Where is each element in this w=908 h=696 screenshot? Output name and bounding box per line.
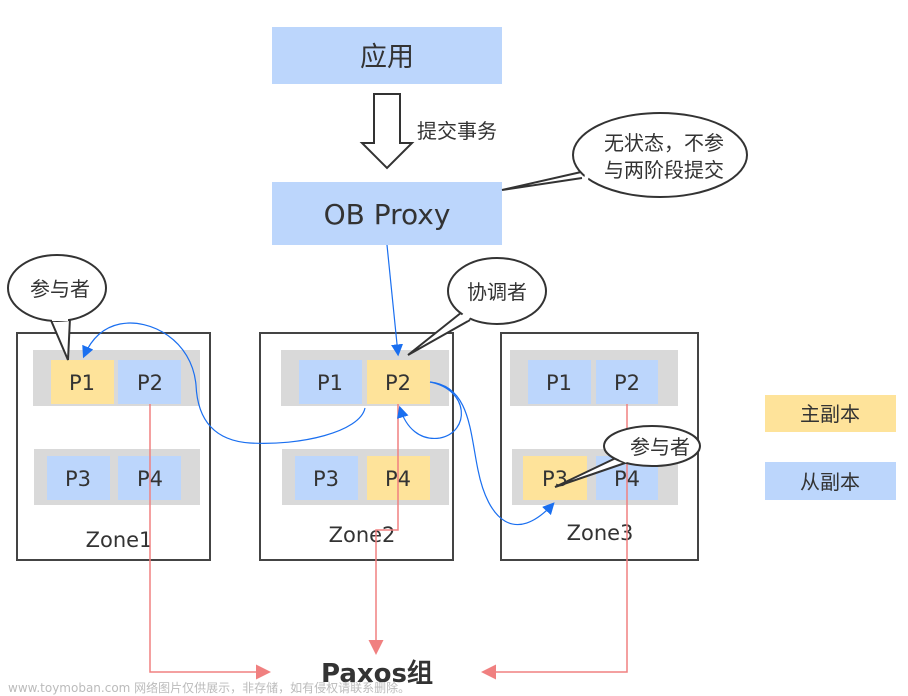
partition-label: P1 xyxy=(546,371,572,395)
zone3-label: Zone3 xyxy=(567,521,634,545)
proxy-note-callout: 无状态，不参 与两阶段提交 xyxy=(501,112,748,198)
submit-transaction-arrow: 提交事务 xyxy=(359,93,497,170)
partition-label: P2 xyxy=(614,371,640,395)
partition-label: P1 xyxy=(69,371,95,395)
ob-proxy-box: OB Proxy xyxy=(272,182,502,245)
partition-label: P3 xyxy=(542,467,568,491)
zone1: P1 P2 P3 P4 Zone1 xyxy=(16,332,211,561)
partition-label: P3 xyxy=(65,467,91,491)
partition-label: P2 xyxy=(137,371,163,395)
hollow-down-arrow-icon xyxy=(359,93,415,170)
proxy-note-line2: 与两阶段提交 xyxy=(604,158,724,182)
zone1-label: Zone1 xyxy=(86,528,153,552)
zone2: P1 P2 P3 P4 Zone2 xyxy=(259,332,454,561)
proxy-note-line1: 无状态，不参 xyxy=(604,131,724,155)
coordinator-label: 协调者 xyxy=(467,280,527,304)
partition-label: P3 xyxy=(313,467,339,491)
app-box: 应用 xyxy=(272,27,502,84)
legend: 主副本 从副本 xyxy=(765,395,896,500)
legend-secondary-label: 从副本 xyxy=(800,470,860,494)
ob-proxy-label: OB Proxy xyxy=(324,198,451,231)
participant-label: 参与者 xyxy=(30,277,90,301)
legend-primary-label: 主副本 xyxy=(800,402,860,426)
watermark: www.toymoban.com 网络图片仅供展示，非存储，如有侵权请联系删除。 xyxy=(8,681,411,695)
participant-label: 参与者 xyxy=(630,435,690,459)
app-label: 应用 xyxy=(360,42,414,73)
architecture-diagram: 应用 提交事务 OB Proxy 无状态，不参 与两阶段提交 P1 P2 P3 … xyxy=(7,27,896,689)
zone2-label: Zone2 xyxy=(329,523,396,547)
partition-label: P2 xyxy=(385,371,411,395)
partition-label: P1 xyxy=(317,371,343,395)
submit-transaction-label: 提交事务 xyxy=(417,119,497,143)
